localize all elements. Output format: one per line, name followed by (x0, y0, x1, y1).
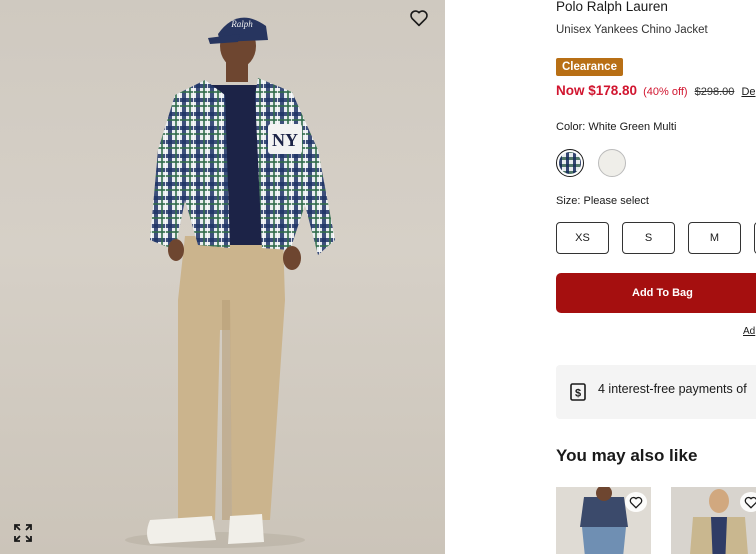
size-button-s[interactable]: S (622, 222, 675, 254)
color-swatch-cream[interactable] (598, 149, 626, 177)
recommendation-card[interactable] (671, 487, 756, 554)
price-details-link[interactable]: De (741, 86, 755, 98)
price-row: Now $178.80 (40% off) $298.00 De (556, 83, 756, 98)
dollar-receipt-icon: $ (570, 383, 586, 401)
sale-price: Now $178.80 (556, 83, 638, 98)
size-button-m[interactable]: M (688, 222, 741, 254)
product-details: Polo Ralph Lauren Unisex Yankees Chino J… (556, 0, 756, 554)
color-swatch-white-green-multi[interactable] (556, 149, 584, 177)
size-label: Size: Please select (556, 195, 649, 207)
expand-arrows-icon (14, 524, 32, 542)
favorite-button[interactable] (406, 6, 432, 30)
you-may-also-like-heading: You may also like (556, 446, 698, 465)
discount-percent: (40% off) (643, 86, 688, 98)
recommendation-card[interactable] (556, 487, 651, 554)
size-button-xs[interactable]: XS (556, 222, 609, 254)
heart-outline-icon (410, 10, 428, 27)
clearance-badge: Clearance (556, 58, 623, 76)
product-name: Unisex Yankees Chino Jacket (556, 24, 708, 36)
heart-outline-icon (744, 496, 756, 509)
svg-text:NY: NY (272, 130, 298, 150)
product-photo: NY Ralph (125, 17, 335, 548)
color-label: Color: White Green Multi (556, 121, 677, 133)
add-to-list-link[interactable]: Ad (743, 326, 755, 337)
svg-text:Ralph: Ralph (230, 19, 253, 29)
heart-outline-icon (629, 496, 643, 509)
svg-text:$: $ (575, 388, 581, 400)
favorite-button[interactable] (740, 492, 756, 512)
favorite-button[interactable] (625, 492, 647, 512)
expand-image-button[interactable] (12, 522, 34, 544)
installment-payments-box[interactable]: $ 4 interest-free payments of (556, 365, 756, 419)
original-price: $298.00 (694, 86, 735, 98)
add-to-bag-button[interactable]: Add To Bag (556, 273, 756, 313)
brand-name[interactable]: Polo Ralph Lauren (556, 0, 668, 14)
product-image[interactable]: NY Ralph (0, 0, 445, 554)
installment-text: 4 interest-free payments of (598, 382, 747, 396)
